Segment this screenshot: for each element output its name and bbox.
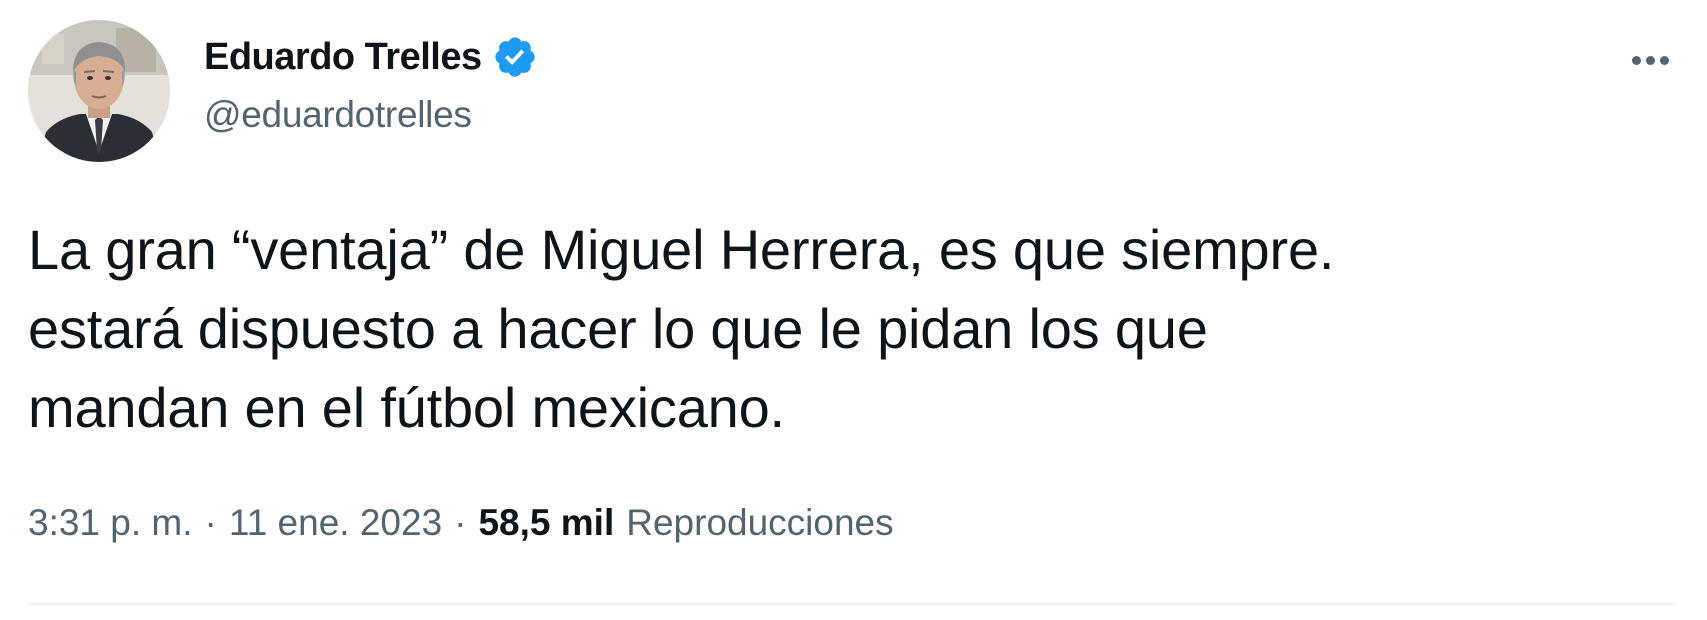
author-name-row[interactable]: Eduardo Trelles [204, 32, 538, 82]
tweet-text-line: La gran “ventaja” de Miguel Herrera, es … [28, 218, 1335, 281]
more-options-icon [1631, 55, 1641, 65]
verified-badge-icon [492, 34, 538, 80]
tweet-time[interactable]: 3:31 p. m. [28, 502, 193, 544]
tweet-card[interactable]: Eduardo Trelles @eduardotrelles La gran … [0, 0, 1707, 620]
profile-photo-icon [28, 20, 170, 162]
divider [28, 603, 1674, 605]
author-handle[interactable]: @eduardotrelles [204, 94, 472, 136]
tweet-metadata: 3:31 p. m. · 11 ene. 2023 · 58,5 mil Rep… [28, 502, 894, 544]
more-options-button[interactable] [1620, 40, 1680, 80]
tweet-text-line: mandan en el fútbol mexicano. [28, 376, 785, 439]
separator-dot: · [204, 502, 217, 543]
author-display-name[interactable]: Eduardo Trelles [204, 36, 482, 79]
tweet-text: La gran “ventaja” de Miguel Herrera, es … [28, 210, 1668, 447]
separator-dot: · [454, 502, 467, 543]
tweet-text-line: estará dispuesto a hacer lo que le pidan… [28, 297, 1208, 360]
avatar[interactable] [28, 20, 170, 162]
tweet-date[interactable]: 11 ene. 2023 [229, 502, 442, 544]
views-count: 58,5 mil [478, 502, 615, 543]
views-label: Reproducciones [626, 502, 894, 543]
